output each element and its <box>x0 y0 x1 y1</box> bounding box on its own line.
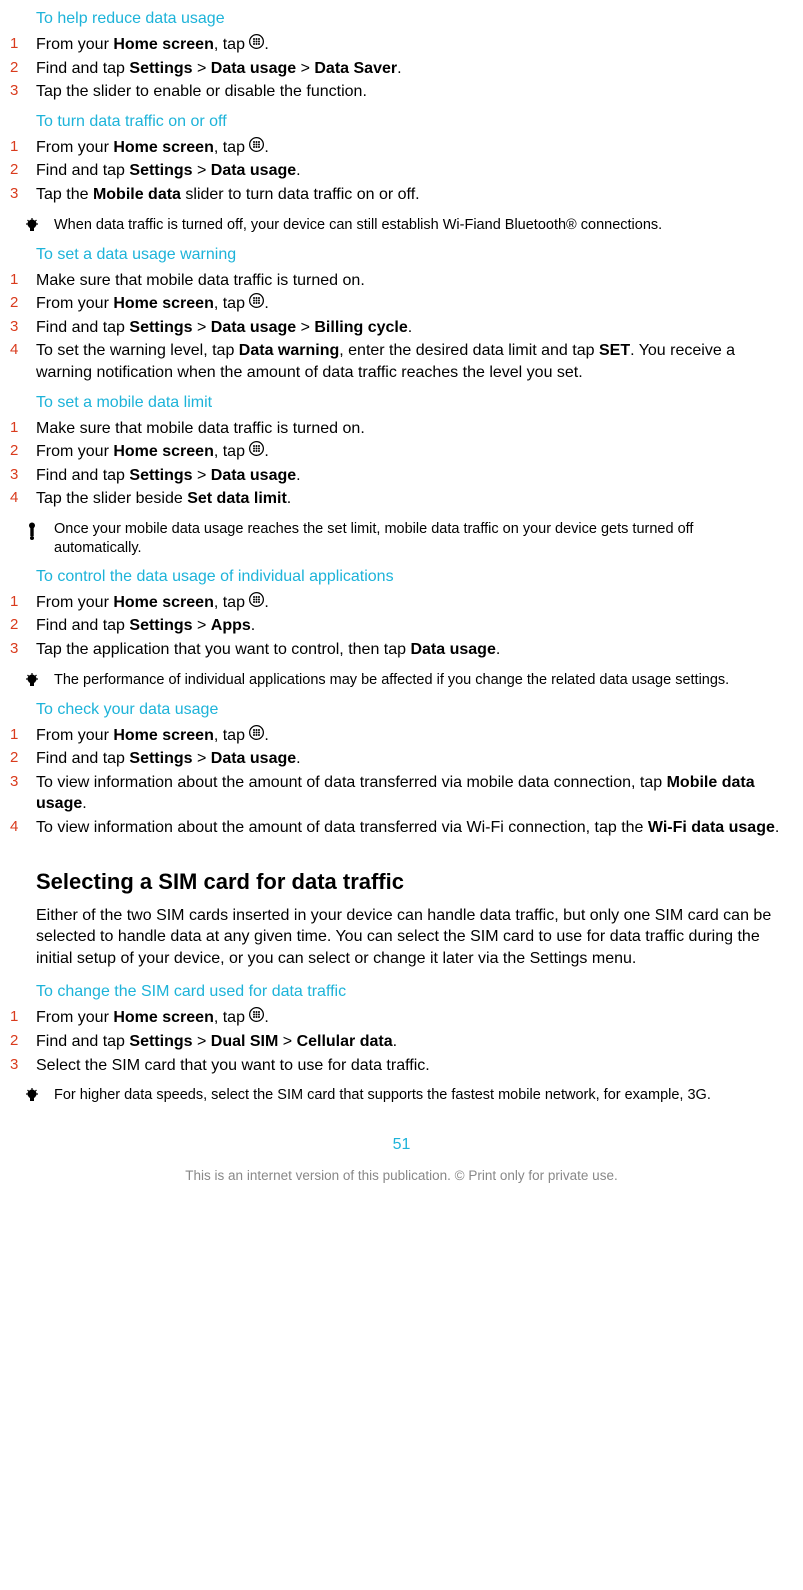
heading-sim-change: To change the SIM card used for data tra… <box>36 983 793 1001</box>
steps-check: From your Home screen, tap .Find and tap… <box>10 725 783 839</box>
step-item: Tap the application that you want to con… <box>10 639 783 661</box>
heading-reduce: To help reduce data usage <box>36 10 793 28</box>
step-item: From your Home screen, tap . <box>10 293 783 315</box>
footer-text: This is an internet version of this publ… <box>10 1168 793 1183</box>
step-item: Find and tap Settings > Data usage. <box>10 748 783 770</box>
step-item: From your Home screen, tap . <box>10 441 783 463</box>
heading-limit: To set a mobile data limit <box>36 394 793 412</box>
step-item: Find and tap Settings > Data usage. <box>10 160 783 182</box>
heading-traffic: To turn data traffic on or off <box>36 113 793 131</box>
note-text: For higher data speeds, select the SIM c… <box>54 1086 783 1105</box>
note-individual: The performance of individual applicatio… <box>10 671 783 691</box>
step-item: To view information about the amount of … <box>10 772 783 815</box>
step-item: Make sure that mobile data traffic is tu… <box>10 418 783 440</box>
step-item: Tap the Mobile data slider to turn data … <box>10 184 783 206</box>
note-text: Once your mobile data usage reaches the … <box>54 520 783 558</box>
apps-icon <box>249 725 264 747</box>
apps-icon <box>249 1007 264 1029</box>
step-item: Find and tap Settings > Data usage > Dat… <box>10 58 783 80</box>
note-sim: For higher data speeds, select the SIM c… <box>10 1086 783 1106</box>
steps-limit: Make sure that mobile data traffic is tu… <box>10 418 783 510</box>
steps-individual: From your Home screen, tap .Find and tap… <box>10 592 783 661</box>
step-item: From your Home screen, tap . <box>10 34 783 56</box>
lightbulb-icon <box>10 1086 54 1106</box>
note-text: When data traffic is turned off, your de… <box>54 216 783 235</box>
apps-icon <box>249 592 264 614</box>
step-item: To set the warning level, tap Data warni… <box>10 340 783 383</box>
step-item: Tap the slider beside Set data limit. <box>10 488 783 510</box>
step-item: From your Home screen, tap . <box>10 725 783 747</box>
page-number: 51 <box>10 1136 793 1154</box>
step-item: To view information about the amount of … <box>10 817 783 839</box>
step-item: From your Home screen, tap . <box>10 592 783 614</box>
step-item: Tap the slider to enable or disable the … <box>10 81 783 103</box>
note-traffic: When data traffic is turned off, your de… <box>10 216 783 236</box>
section-title-sim: Selecting a SIM card for data traffic <box>36 869 793 895</box>
steps-sim: From your Home screen, tap .Find and tap… <box>10 1007 783 1076</box>
page-content: To help reduce data usage From your Home… <box>0 10 803 1203</box>
heading-individual: To control the data usage of individual … <box>36 568 793 586</box>
lightbulb-icon <box>10 216 54 236</box>
step-item: Select the SIM card that you want to use… <box>10 1055 783 1077</box>
step-item: From your Home screen, tap . <box>10 1007 783 1029</box>
step-item: From your Home screen, tap . <box>10 137 783 159</box>
step-item: Make sure that mobile data traffic is tu… <box>10 270 783 292</box>
steps-traffic: From your Home screen, tap .Find and tap… <box>10 137 783 206</box>
step-item: Find and tap Settings > Dual SIM > Cellu… <box>10 1031 783 1053</box>
apps-icon <box>249 137 264 159</box>
exclamation-icon <box>10 520 54 540</box>
step-item: Find and tap Settings > Data usage. <box>10 465 783 487</box>
heading-warning: To set a data usage warning <box>36 246 793 264</box>
body-sim: Either of the two SIM cards inserted in … <box>36 905 783 970</box>
lightbulb-icon <box>10 671 54 691</box>
apps-icon <box>249 293 264 315</box>
steps-reduce: From your Home screen, tap .Find and tap… <box>10 34 783 103</box>
step-item: Find and tap Settings > Data usage > Bil… <box>10 317 783 339</box>
note-limit: Once your mobile data usage reaches the … <box>10 520 783 558</box>
step-item: Find and tap Settings > Apps. <box>10 615 783 637</box>
steps-warning: Make sure that mobile data traffic is tu… <box>10 270 783 384</box>
heading-check: To check your data usage <box>36 701 793 719</box>
apps-icon <box>249 441 264 463</box>
note-text: The performance of individual applicatio… <box>54 671 783 690</box>
apps-icon <box>249 34 264 56</box>
